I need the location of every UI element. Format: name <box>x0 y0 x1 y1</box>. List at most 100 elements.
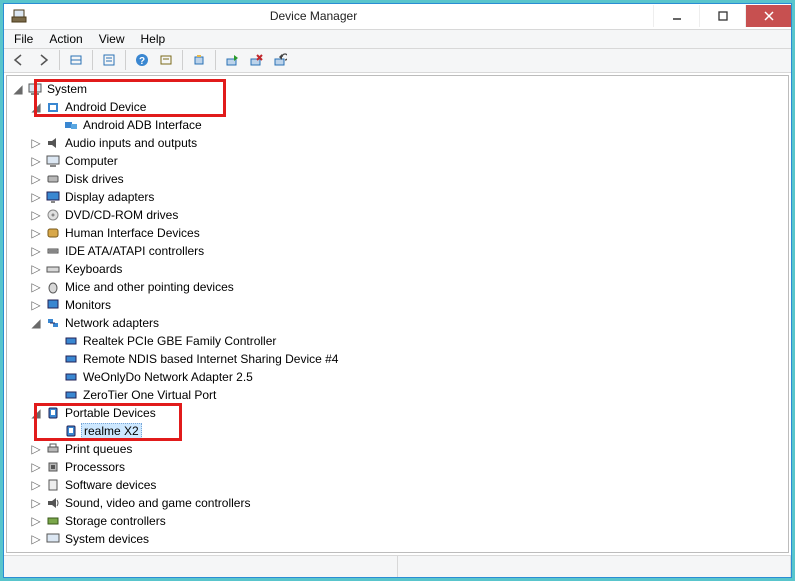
tree-node-display[interactable]: ▷ Display adapters <box>27 188 786 206</box>
tree-node-sysdev[interactable]: ▷System devices <box>27 530 786 548</box>
tree-node-monitors[interactable]: ▷ Monitors <box>27 296 786 314</box>
minimize-button[interactable] <box>653 5 699 27</box>
toolbar: ? <box>4 49 791 73</box>
tree-node-realtek[interactable]: ▷Realtek PCIe GBE Family Controller <box>45 332 786 350</box>
maximize-button[interactable] <box>699 5 745 27</box>
window-buttons <box>653 5 791 27</box>
tree-node-dvd[interactable]: ▷ DVD/CD-ROM drives <box>27 206 786 224</box>
tree-node-network[interactable]: ◢Network adapters ▷Realtek PCIe GBE Fami… <box>27 314 786 404</box>
status-cell <box>4 556 398 577</box>
enable-button[interactable] <box>269 49 291 71</box>
uninstall-button[interactable] <box>188 49 210 71</box>
menu-view[interactable]: View <box>91 30 133 48</box>
adb-icon <box>63 117 79 133</box>
keyboard-icon <box>45 261 61 277</box>
expander-closed-icon[interactable]: ▷ <box>29 136 43 150</box>
menu-file[interactable]: File <box>6 30 41 48</box>
expander-closed-icon[interactable]: ▷ <box>29 208 43 222</box>
node-label: Remote NDIS based Internet Sharing Devic… <box>81 352 340 366</box>
nic-icon <box>63 369 79 385</box>
show-hidden-button[interactable] <box>65 49 87 71</box>
expander-open-icon[interactable]: ◢ <box>29 316 43 330</box>
tree-node-processors[interactable]: ▷Processors <box>27 458 786 476</box>
node-label: Display adapters <box>63 190 156 204</box>
tree-node-rndis[interactable]: ▷Remote NDIS based Internet Sharing Devi… <box>45 350 786 368</box>
node-label: Keyboards <box>63 262 124 276</box>
node-label: Android ADB Interface <box>81 118 204 132</box>
toolbar-separator <box>125 50 126 70</box>
device-tree-pane[interactable]: ◢ System ◢ Android Device <box>6 75 789 553</box>
expander-closed-icon[interactable]: ▷ <box>29 244 43 258</box>
node-label: realme X2 <box>81 423 142 439</box>
tree-node-android-device[interactable]: ◢ Android Device ▷ Android ADB Interface <box>27 98 786 134</box>
expander-closed-icon[interactable]: ▷ <box>29 532 43 546</box>
back-button[interactable] <box>8 49 30 71</box>
audio-icon <box>45 135 61 151</box>
tree-node-realme-x2[interactable]: ▷realme X2 <box>45 422 786 440</box>
expander-closed-icon[interactable]: ▷ <box>29 298 43 312</box>
tree-node-weonlydo[interactable]: ▷WeOnlyDo Network Adapter 2.5 <box>45 368 786 386</box>
expander-closed-icon[interactable]: ▷ <box>29 460 43 474</box>
node-label: DVD/CD-ROM drives <box>63 208 180 222</box>
node-label: Monitors <box>63 298 113 312</box>
nic-icon <box>63 351 79 367</box>
tree-node-hid[interactable]: ▷Human Interface Devices <box>27 224 786 242</box>
expander-closed-icon[interactable]: ▷ <box>29 442 43 456</box>
expander-closed-icon[interactable]: ▷ <box>29 514 43 528</box>
menubar: File Action View Help <box>4 30 791 49</box>
expander-closed-icon[interactable]: ▷ <box>29 496 43 510</box>
display-icon <box>45 189 61 205</box>
disable-button[interactable] <box>245 49 267 71</box>
tree-node-printq[interactable]: ▷Print queues <box>27 440 786 458</box>
tree-node-ide[interactable]: ▷ IDE ATA/ATAPI controllers <box>27 242 786 260</box>
statusbar <box>4 555 791 577</box>
expander-closed-icon[interactable]: ▷ <box>29 154 43 168</box>
forward-button[interactable] <box>32 49 54 71</box>
disk-icon <box>45 171 61 187</box>
tree-node-mice[interactable]: ▷Mice and other pointing devices <box>27 278 786 296</box>
tree-node-system[interactable]: ◢ System ◢ Android Device <box>9 80 786 548</box>
computer-icon <box>27 81 43 97</box>
expander-closed-icon[interactable]: ▷ <box>29 190 43 204</box>
dvd-icon <box>45 207 61 223</box>
expander-closed-icon[interactable]: ▷ <box>29 226 43 240</box>
tree-node-zerotier[interactable]: ▷ZeroTier One Virtual Port <box>45 386 786 404</box>
menu-action[interactable]: Action <box>41 30 90 48</box>
tree-node-keyboards[interactable]: ▷ Keyboards <box>27 260 786 278</box>
scan-hardware-button[interactable] <box>221 49 243 71</box>
menu-help[interactable]: Help <box>133 30 174 48</box>
tree-node-software[interactable]: ▷Software devices <box>27 476 786 494</box>
close-button[interactable] <box>745 5 791 27</box>
node-label: Realtek PCIe GBE Family Controller <box>81 334 278 348</box>
expander-closed-icon[interactable]: ▷ <box>29 262 43 276</box>
monitor-icon <box>45 297 61 313</box>
portable-icon <box>45 405 61 421</box>
svg-text:?: ? <box>139 56 145 67</box>
network-icon <box>45 315 61 331</box>
expander-closed-icon[interactable]: ▷ <box>29 172 43 186</box>
tree-node-disk[interactable]: ▷Disk drives <box>27 170 786 188</box>
expander-open-icon[interactable]: ◢ <box>11 82 25 96</box>
expander-closed-icon[interactable]: ▷ <box>29 280 43 294</box>
update-driver-button[interactable] <box>155 49 177 71</box>
node-label: System <box>45 82 89 96</box>
expander-closed-icon[interactable]: ▷ <box>29 478 43 492</box>
expander-open-icon[interactable]: ◢ <box>29 406 43 420</box>
nic-icon <box>63 333 79 349</box>
tree-node-audio[interactable]: ▷ Audio inputs and outputs <box>27 134 786 152</box>
expander-open-icon[interactable]: ◢ <box>29 100 43 114</box>
tree-node-storage[interactable]: ▷Storage controllers <box>27 512 786 530</box>
help-button[interactable]: ? <box>131 49 153 71</box>
node-label: Portable Devices <box>63 406 158 420</box>
node-label: IDE ATA/ATAPI controllers <box>63 244 206 258</box>
software-icon <box>45 477 61 493</box>
sound-icon <box>45 495 61 511</box>
node-label: Audio inputs and outputs <box>63 136 199 150</box>
cpu-icon <box>45 459 61 475</box>
tree-node-sound[interactable]: ▷Sound, video and game controllers <box>27 494 786 512</box>
tree-node-portable[interactable]: ◢ Portable Devices ▷realme X2 <box>27 404 786 440</box>
system-device-icon <box>45 531 61 547</box>
tree-node-android-adb[interactable]: ▷ Android ADB Interface <box>45 116 786 134</box>
properties-button[interactable] <box>98 49 120 71</box>
tree-node-computer[interactable]: ▷Computer <box>27 152 786 170</box>
